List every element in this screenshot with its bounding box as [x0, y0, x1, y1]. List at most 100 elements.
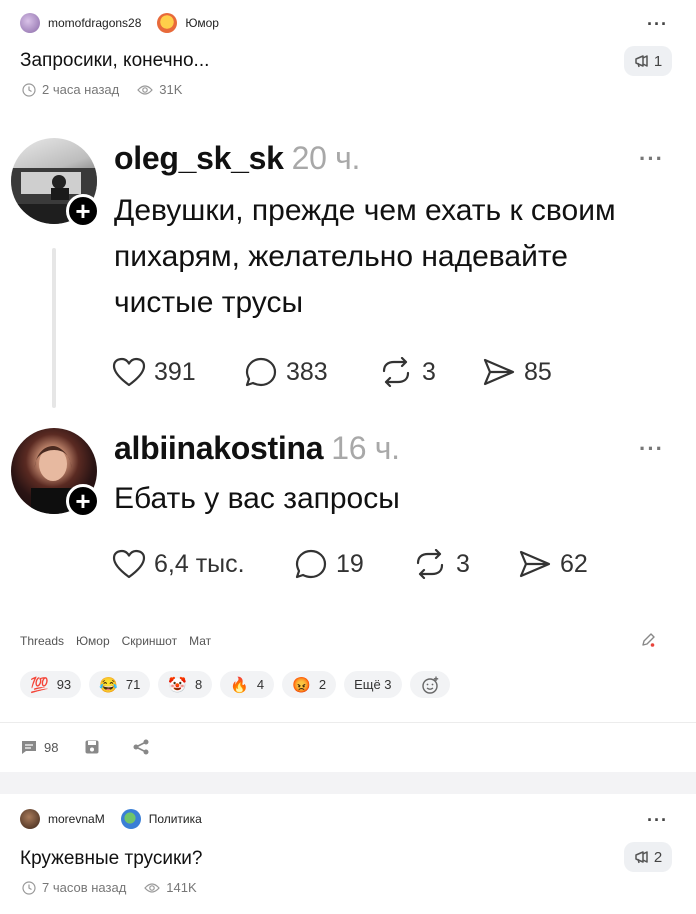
repost-icon [416, 549, 444, 579]
post-stats: 7 часов назад 141K [22, 880, 215, 895]
thread-connector-line [52, 248, 56, 408]
tag-item[interactable]: Мат [189, 634, 211, 648]
comment-icon [22, 741, 36, 754]
post-meta: morevnaM Политика [20, 809, 202, 829]
views-text: 141K [166, 880, 197, 895]
thread-text: Девушки, прежде чем ехать к своим пихаря… [114, 194, 616, 319]
pencil-icon[interactable] [640, 632, 656, 648]
reposts-count: 3 [456, 549, 470, 578]
tag-item[interactable]: Скриншот [122, 634, 177, 648]
post-views: 31K [137, 82, 182, 97]
share-icon [133, 739, 149, 755]
divider [0, 722, 696, 723]
thread-actions: 391 383 3 85 [112, 356, 552, 388]
comments-button[interactable]: 98 [20, 739, 58, 755]
more-menu-icon[interactable]: ··· [647, 14, 668, 35]
likes: 391 [112, 357, 244, 387]
laughing-emoji-icon: 😂 [99, 676, 118, 694]
share-button[interactable] [132, 738, 156, 756]
time-text: 2 часа назад [42, 82, 120, 97]
post-title[interactable]: Запросики, конечно... [20, 50, 209, 72]
author-name[interactable]: morevnaM [48, 812, 105, 826]
shares-count: 85 [524, 357, 552, 386]
follow-plus-icon[interactable]: + [66, 484, 100, 518]
thread-more-icon: ··· [639, 146, 664, 171]
eye-icon [137, 84, 154, 95]
comments-badge[interactable]: 1 [624, 46, 672, 76]
post-card: morevnaM Политика ··· Кружевные трусики?… [0, 794, 696, 914]
reaction-bar: 💯 93 😂 71 🤡 8 🔥 4 😡 2 Ещё 3 [20, 671, 458, 698]
clock-icon [22, 82, 36, 97]
views-text: 31K [159, 82, 183, 97]
comments-badge[interactable]: 2 [624, 842, 672, 872]
reaction-pill[interactable]: 😂 71 [89, 671, 151, 698]
thread-header: albiinakostina 16 ч. [114, 430, 400, 467]
thread-username: albiinakostina [114, 430, 324, 466]
replies: 19 [294, 548, 412, 580]
fire-emoji-icon: 🔥 [230, 676, 249, 694]
follow-plus-icon[interactable]: + [66, 194, 100, 228]
reaction-pill[interactable]: 💯 93 [20, 671, 82, 698]
eye-icon [144, 882, 161, 893]
more-menu-icon[interactable]: ··· [647, 810, 668, 831]
badge-count: 1 [653, 52, 663, 70]
likes-count: 391 [154, 357, 196, 386]
replies-count: 19 [336, 549, 364, 578]
reaction-count: 2 [318, 677, 327, 692]
reposts-count: 3 [422, 357, 436, 386]
post-footer: 98 [20, 738, 182, 756]
post-time: 7 часов назад [22, 880, 126, 895]
save-icon [85, 740, 99, 754]
likes: 6,4 тыс. [112, 549, 294, 579]
tag-item[interactable]: Юмор [76, 634, 110, 648]
post-views: 141K [144, 880, 197, 895]
badge-count: 2 [653, 848, 663, 866]
reaction-count: 93 [56, 677, 72, 692]
megaphone-icon [635, 55, 648, 68]
hundred-emoji-icon: 💯 [30, 676, 49, 694]
comment-bubble-icon [295, 549, 327, 579]
thread-username: oleg_sk_sk [114, 140, 284, 176]
category-globe-icon[interactable] [120, 809, 141, 829]
post-card: momofdragons28 Юмор ··· Запросики, конеч… [0, 0, 696, 772]
reaction-count: 8 [195, 677, 203, 692]
reposts: 3 [378, 357, 482, 387]
tag-item[interactable]: Threads [20, 634, 64, 648]
thread-text: Ебать у вас запросы [114, 482, 400, 515]
post-title[interactable]: Кружевные трусики? [20, 848, 202, 870]
add-reaction-button[interactable] [409, 671, 450, 698]
send-icon [483, 358, 515, 386]
repost-icon [382, 357, 410, 387]
thread-actions: 6,4 тыс. 19 3 62 [112, 548, 588, 580]
reaction-pill[interactable]: 🔥 4 [220, 671, 275, 698]
thread-time: 20 ч. [291, 140, 361, 176]
category-name[interactable]: Юмор [185, 16, 219, 30]
category-icon[interactable] [157, 13, 178, 33]
thread-more-icon: ··· [639, 436, 664, 461]
send-icon [519, 550, 551, 578]
post-stats: 2 часа назад 31K [22, 82, 200, 97]
thread-time: 16 ч. [331, 430, 400, 466]
shares-count: 62 [560, 549, 588, 578]
author-avatar[interactable] [20, 13, 40, 33]
reaction-count: 4 [256, 677, 265, 692]
heart-icon [112, 549, 146, 579]
comment-bubble-icon [245, 357, 277, 387]
author-name[interactable]: momofdragons28 [48, 16, 141, 30]
shares: 62 [518, 549, 588, 579]
reposts: 3 [412, 549, 518, 579]
likes-count: 6,4 тыс. [154, 549, 245, 578]
reaction-pill[interactable]: 😡 2 [282, 671, 337, 698]
reaction-count: 71 [125, 677, 141, 692]
save-button[interactable] [84, 739, 106, 755]
reaction-pill[interactable]: 🤡 8 [158, 671, 213, 698]
shares: 85 [482, 357, 552, 387]
add-emoji-icon [421, 676, 438, 694]
author-avatar[interactable] [20, 809, 40, 829]
clown-emoji-icon: 🤡 [168, 676, 187, 694]
angry-emoji-icon: 😡 [292, 676, 311, 694]
post-time: 2 часа назад [22, 82, 119, 97]
more-reactions-button[interactable]: Ещё 3 [344, 671, 402, 698]
post-image[interactable]: + oleg_sk_sk 20 ч. ··· Девушки, прежде че… [0, 120, 696, 610]
category-name[interactable]: Политика [149, 812, 202, 826]
